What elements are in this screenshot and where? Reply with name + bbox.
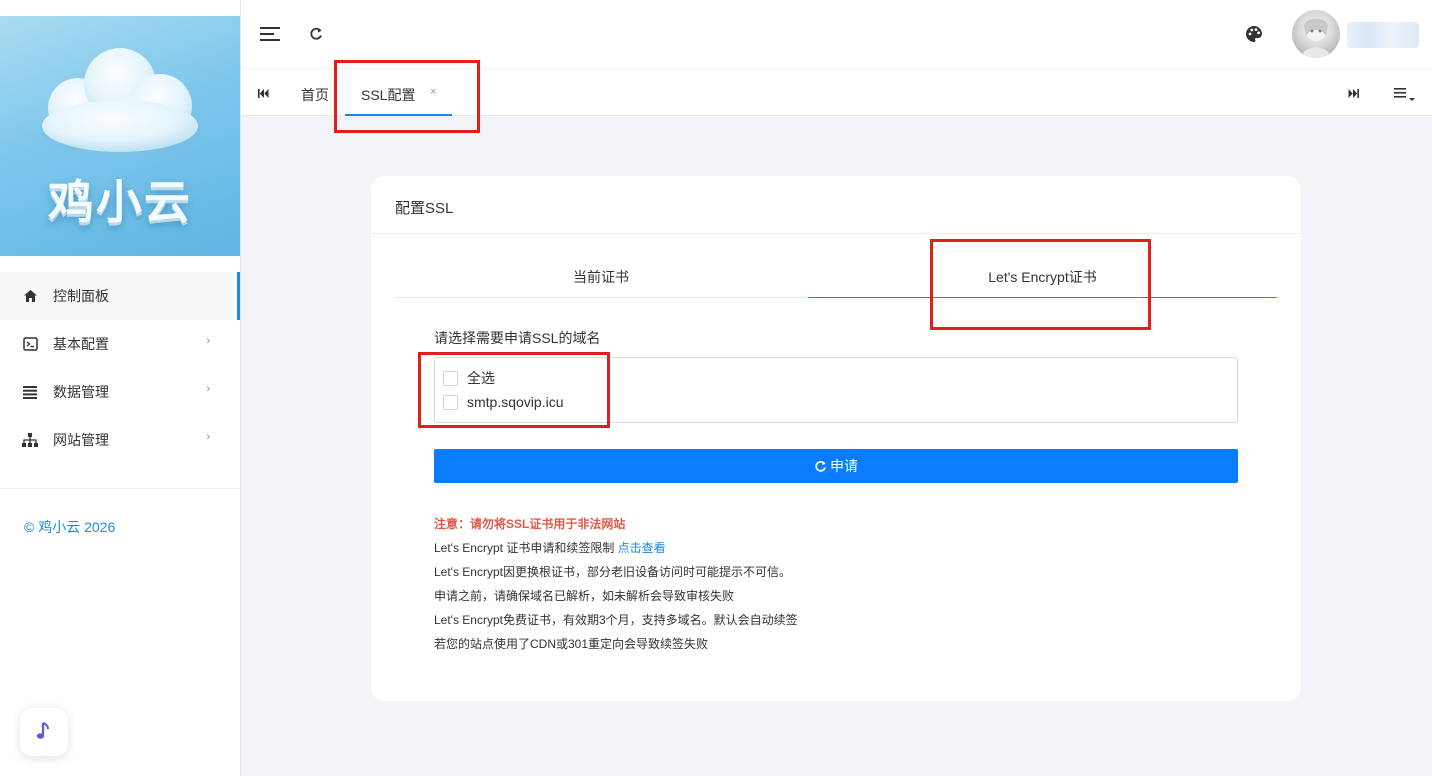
palette-icon[interactable] xyxy=(1244,24,1264,44)
active-cert-tab-indicator xyxy=(808,297,1277,298)
sidebar-item-label: 基本配置 xyxy=(53,336,109,352)
warning-note: 注意：请勿将SSL证书用于非法网站 xyxy=(434,517,626,531)
domain-option[interactable]: smtp.sqovip.icu xyxy=(443,392,563,412)
note-limit: Let's Encrypt 证书申请和续签限制 点击查看 xyxy=(434,536,798,560)
chevron-right-icon: › xyxy=(206,383,210,395)
tab-current-certificate[interactable]: 当前证书 xyxy=(395,267,807,287)
logo-text: 鸡小云 xyxy=(48,175,192,229)
sitemap-icon xyxy=(22,432,38,448)
top-header xyxy=(241,0,1432,69)
sidebar-item-data-management[interactable]: 数据管理 › xyxy=(0,368,240,416)
music-note-icon xyxy=(36,721,52,744)
user-avatar[interactable] xyxy=(1292,10,1340,58)
list-icon xyxy=(22,384,38,400)
sidebar-item-label: 数据管理 xyxy=(53,384,109,400)
home-icon xyxy=(22,288,38,304)
hamburger-icon[interactable] xyxy=(259,24,281,44)
select-all-checkbox[interactable] xyxy=(443,370,458,386)
logo[interactable]: 鸡小云 xyxy=(0,16,240,256)
card-title: 配置SSL xyxy=(395,200,454,217)
checkbox-label: 全选 xyxy=(467,370,495,386)
skip-last-icon[interactable] xyxy=(1347,88,1359,98)
note-text: 若您的站点使用了CDN或301重定向会导致续签失败 xyxy=(434,637,709,651)
sidebar-divider xyxy=(0,488,240,489)
sidebar-item-site-management[interactable]: 网站管理 › xyxy=(0,416,240,464)
apply-button[interactable]: 申请 xyxy=(434,449,1238,483)
music-player-button[interactable] xyxy=(20,708,68,756)
sidebar: 鸡小云 控制面板 基本配置 › 数据管理 › 网站管理 › © 鸡小云 2026 xyxy=(0,0,241,776)
note-text: Let's Encrypt免费证书，有效期3个月，支持多域名。默认会自动续签 xyxy=(434,613,798,627)
tab-close-icon[interactable]: × xyxy=(430,86,436,98)
sidebar-item-label: 控制面板 xyxy=(53,288,109,304)
ssl-config-card: 配置SSL 当前证书 Let's Encrypt证书 请选择需要申请SSL的域名… xyxy=(371,176,1301,701)
chevron-right-icon: › xyxy=(206,431,210,443)
terminal-icon xyxy=(22,336,38,352)
note-text: 申请之前，请确保域名已解析，如未解析会导致审核失败 xyxy=(434,589,735,603)
tab-ssl-config[interactable]: SSL配置 xyxy=(361,85,415,105)
copyright: © 鸡小云 2026 xyxy=(24,519,116,535)
page-tabs-bar: 首页 SSL配置 × xyxy=(241,69,1432,116)
note-text: Let's Encrypt因更换根证书，部分老旧设备访问时可能提示不可信。 xyxy=(434,565,791,579)
view-limit-link[interactable]: 点击查看 xyxy=(618,541,666,555)
domain-checkbox-group: 全选 smtp.sqovip.icu xyxy=(434,357,1238,423)
card-divider xyxy=(371,233,1301,234)
sidebar-item-dashboard[interactable]: 控制面板 xyxy=(0,272,240,320)
tab-lets-encrypt[interactable]: Let's Encrypt证书 xyxy=(808,267,1277,287)
notes-section: 注意：请勿将SSL证书用于非法网站 Let's Encrypt 证书申请和续签限… xyxy=(434,512,798,656)
note-text: Let's Encrypt 证书申请和续签限制 xyxy=(434,541,618,555)
username-blurred[interactable] xyxy=(1347,22,1419,48)
select-all-option[interactable]: 全选 xyxy=(443,368,495,388)
checkbox-label: smtp.sqovip.icu xyxy=(467,394,564,410)
active-tab-indicator xyxy=(345,114,452,116)
skip-first-icon[interactable] xyxy=(257,88,269,98)
sidebar-item-basic-config[interactable]: 基本配置 › xyxy=(0,320,240,368)
chevron-right-icon: › xyxy=(206,335,210,347)
tab-home[interactable]: 首页 xyxy=(301,85,329,105)
avatar-image xyxy=(1302,18,1330,58)
domain-checkbox[interactable] xyxy=(443,394,458,410)
apply-button-label: 申请 xyxy=(830,458,858,474)
tab-menu-icon[interactable] xyxy=(1391,87,1419,103)
refresh-icon xyxy=(814,460,827,473)
refresh-icon[interactable] xyxy=(307,25,325,43)
domain-select-label: 请选择需要申请SSL的域名 xyxy=(434,330,601,346)
sidebar-item-label: 网站管理 xyxy=(53,432,109,448)
sidebar-menu: 控制面板 基本配置 › 数据管理 › 网站管理 › xyxy=(0,272,240,464)
